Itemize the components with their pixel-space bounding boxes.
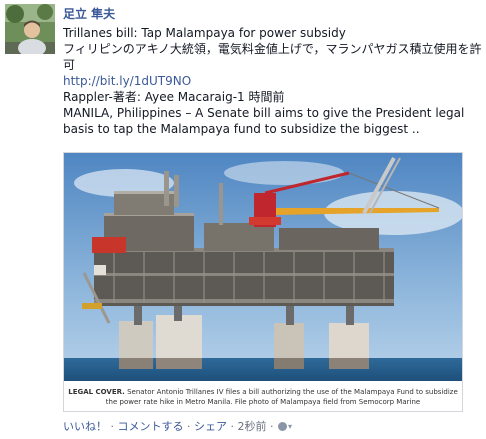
- caption-text: Senator Antonio Trillanes IV files a bil…: [105, 388, 458, 406]
- chevron-down-icon[interactable]: ▾: [288, 420, 292, 434]
- post-excerpt: MANILA, Philippines – A Senate bill aims…: [63, 106, 465, 136]
- post-message: Trillanes bill: Tap Malampaya for power …: [63, 25, 483, 137]
- oil-platform-image: [64, 153, 462, 381]
- post-summary: フィリピンのアキノ大統領，電気料金値上げで，マランパヤガス積立使用を許可: [63, 42, 482, 72]
- globe-icon[interactable]: [278, 422, 287, 431]
- avatar[interactable]: [5, 4, 55, 54]
- separator: ·: [110, 420, 115, 433]
- action-bar: いいね！ · コメントする · シェア · 2秒前 · ▾: [63, 420, 292, 434]
- post-title-line: Trillanes bill: Tap Malampaya for power …: [63, 26, 346, 40]
- share-link[interactable]: シェア: [194, 420, 227, 433]
- separator: ·: [270, 420, 274, 433]
- post-link[interactable]: http://bit.ly/1dUT9NO: [63, 73, 483, 89]
- separator: ·: [230, 420, 235, 433]
- like-link[interactable]: いいね！: [63, 420, 107, 433]
- photo-caption: LEGAL COVER. Senator Antonio Trillanes I…: [68, 387, 458, 407]
- post-body: 足立 隼夫 Trillanes bill: Tap Malampaya for …: [63, 6, 483, 137]
- post-source: Rappler-著者: Ayee Macaraig-1 時間前: [63, 90, 285, 104]
- author-name[interactable]: 足立 隼夫: [63, 6, 483, 22]
- separator: ·: [187, 420, 191, 433]
- caption-heading: LEGAL COVER.: [68, 388, 125, 396]
- avatar-photo: [5, 4, 55, 54]
- attachment-photo[interactable]: [64, 153, 462, 381]
- comment-link[interactable]: コメントする: [118, 420, 184, 433]
- link-attachment[interactable]: LEGAL COVER. Senator Antonio Trillanes I…: [63, 152, 463, 412]
- timestamp[interactable]: 2秒前: [238, 420, 267, 433]
